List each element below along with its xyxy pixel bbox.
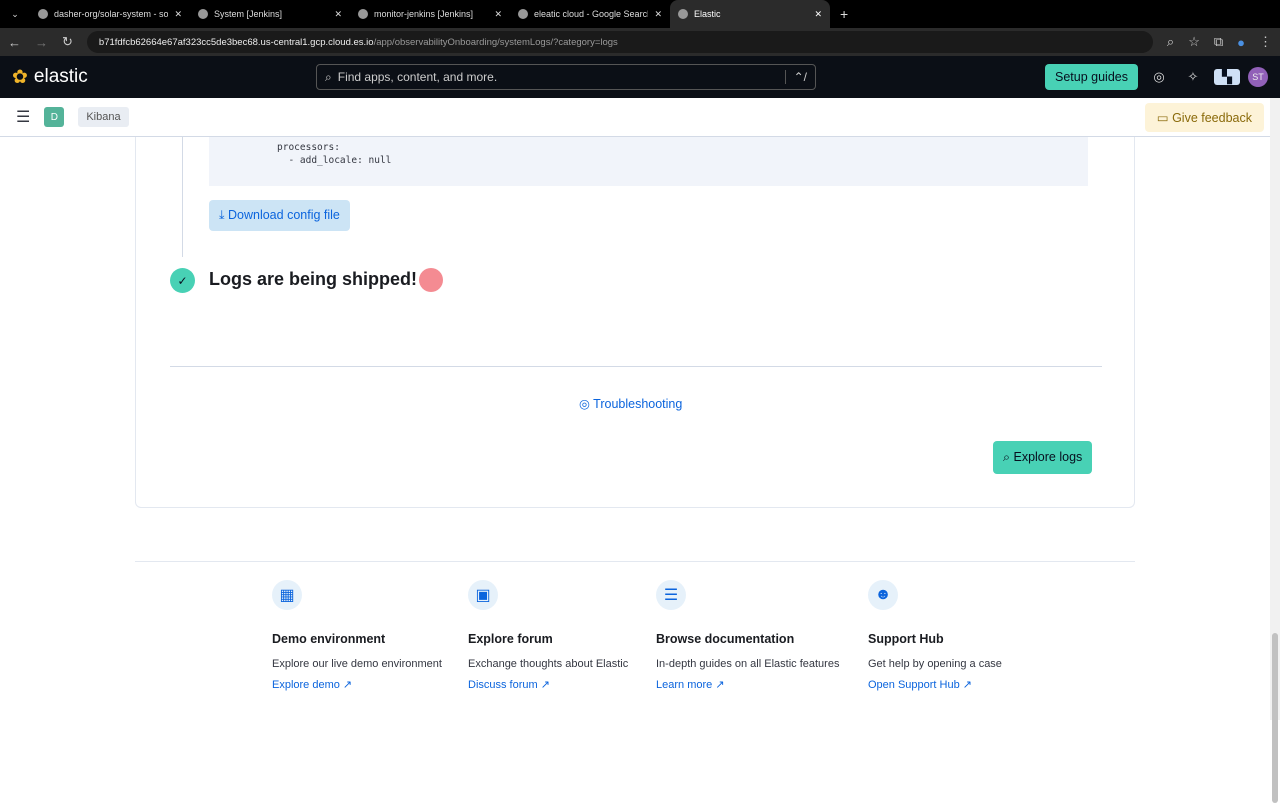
hamburger-menu-icon[interactable]: ☰: [16, 107, 30, 127]
cloud-deployment-icon[interactable]: ▚: [1214, 69, 1240, 85]
divider: [170, 366, 1102, 367]
close-tab-icon[interactable]: ✕: [494, 9, 502, 20]
download-config-button[interactable]: ⤓ Download config file: [209, 200, 350, 231]
download-icon: ⤓: [219, 208, 228, 222]
global-search-input[interactable]: ⌕ Find apps, content, and more. ⌃/: [316, 64, 816, 90]
zoom-icon[interactable]: ⌕: [1167, 34, 1174, 50]
mouse-cursor-highlight: [419, 268, 443, 292]
browser-tab[interactable]: dasher-org/solar-system - sola ✕: [30, 0, 190, 28]
favicon-icon: [38, 9, 48, 19]
favicon-icon: [198, 9, 208, 19]
close-tab-icon[interactable]: ✕: [814, 9, 822, 20]
search-icon: ⌕: [325, 69, 332, 84]
lifebuoy-icon: ◎: [579, 397, 594, 411]
explore-demo-link[interactable]: Explore demo ↗: [272, 678, 442, 691]
avatar[interactable]: ST: [1248, 67, 1268, 87]
elastic-logo-icon: ✿: [12, 66, 28, 88]
support-hub-link[interactable]: Open Support Hub ↗: [868, 678, 1002, 691]
tab-search-icon[interactable]: ⌄: [0, 9, 30, 20]
forward-icon[interactable]: →: [35, 35, 48, 50]
profile-icon[interactable]: ●: [1237, 35, 1245, 50]
browser-tabbar: ⌄ dasher-org/solar-system - sola ✕ System…: [0, 0, 1280, 28]
setup-guides-button[interactable]: Setup guides: [1045, 64, 1138, 90]
search-icon: ⌕: [1003, 450, 1014, 464]
step-line: [182, 137, 183, 257]
troubleshooting-link[interactable]: ◎ Troubleshooting: [579, 396, 682, 411]
subheader: ☰ D Kibana ▭ Give feedback: [0, 98, 1280, 137]
favicon-icon: [358, 9, 368, 19]
footer-docs: ☰ Browse documentation In-depth guides on …: [656, 580, 839, 691]
support-icon: ☻: [868, 580, 898, 610]
comment-icon: ▭: [1156, 110, 1173, 125]
close-tab-icon[interactable]: ✕: [334, 9, 342, 20]
new-tab-icon[interactable]: +: [840, 6, 848, 22]
help-icon[interactable]: ◎: [1146, 69, 1172, 85]
close-tab-icon[interactable]: ✕: [174, 9, 182, 20]
back-icon[interactable]: ←: [8, 35, 21, 50]
documentation-icon: ☰: [656, 580, 686, 610]
onboarding-panel: processors: - add_locale: null ⤓ Downloa…: [135, 137, 1135, 508]
extensions-icon[interactable]: ⧉: [1214, 34, 1223, 50]
browser-tab-active[interactable]: Elastic ✕: [670, 0, 830, 28]
elastic-favicon-icon: [678, 9, 688, 19]
scrollbar[interactable]: [1270, 98, 1280, 803]
footer-forum: ▣ Explore forum Exchange thoughts about El…: [468, 580, 628, 691]
breadcrumb[interactable]: Kibana: [78, 107, 129, 127]
address-bar-row: ← → ↻ b71fdfcb62664e67af323cc5de3bec68.us-…: [0, 28, 1280, 56]
news-icon[interactable]: ✧: [1180, 69, 1206, 85]
google-icon: [518, 9, 528, 19]
star-icon[interactable]: ☆: [1188, 34, 1200, 50]
status-heading: Logs are being shipped!: [209, 269, 418, 289]
close-tab-icon[interactable]: ✕: [654, 9, 662, 20]
elastic-logo[interactable]: ✿ elastic: [12, 66, 316, 89]
kibana-header: ✿ elastic ⌕ Find apps, content, and more. ⌃…: [0, 56, 1280, 98]
browser-tab[interactable]: monitor-jenkins [Jenkins] ✕: [350, 0, 510, 28]
explore-logs-button[interactable]: ⌕ Explore logs: [993, 441, 1093, 474]
footer: ▦ Demo environment Explore our live demo e…: [135, 561, 1135, 691]
scrollbar-thumb[interactable]: [1272, 633, 1278, 803]
reload-icon[interactable]: ↻: [62, 34, 73, 50]
footer-demo: ▦ Demo environment Explore our live demo e…: [272, 580, 442, 691]
forum-icon: ▣: [468, 580, 498, 610]
check-icon: ✓: [170, 268, 195, 293]
discuss-forum-link[interactable]: Discuss forum ↗: [468, 678, 628, 691]
give-feedback-button[interactable]: ▭ Give feedback: [1144, 102, 1264, 132]
config-code-block: processors: - add_locale: null: [209, 137, 1088, 186]
learn-more-link[interactable]: Learn more ↗: [656, 678, 839, 691]
space-badge[interactable]: D: [44, 107, 65, 127]
browser-tab[interactable]: System [Jenkins] ✕: [190, 0, 350, 28]
url-input[interactable]: b71fdfcb62664e67af323cc5de3bec68.us-cent…: [86, 31, 1153, 53]
menu-icon[interactable]: ⋮: [1259, 34, 1272, 50]
footer-support: ☻ Support Hub Get help by opening a case Op…: [868, 580, 1002, 691]
browser-tab[interactable]: eleatic cloud - Google Search ✕: [510, 0, 670, 28]
demo-icon: ▦: [272, 580, 302, 610]
